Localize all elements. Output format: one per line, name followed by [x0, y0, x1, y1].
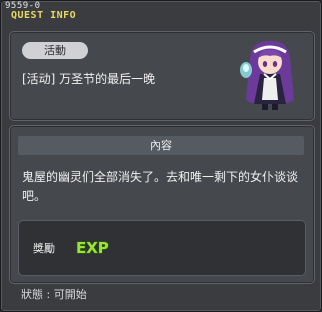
- exp-icon: EXP: [75, 238, 109, 257]
- window-title: QUEST INFO: [11, 10, 77, 21]
- maid-ghost-npc-icon: [240, 40, 294, 110]
- quest-info-window: 9559-0 QUEST INFO 活動 [活动] 万圣节的最后一晚 內容 鬼屋…: [0, 0, 322, 312]
- quest-description: 鬼屋的幽灵们全部消失了。去和唯一剩下的女仆谈谈吧。: [22, 170, 299, 203]
- exp-text: EXP: [76, 239, 109, 257]
- reward-box: 獎勵 EXP: [18, 220, 306, 276]
- quest-category-tag: 活動: [22, 42, 88, 59]
- quest-status: 狀態 : 可開始: [21, 288, 87, 301]
- reward-label: 獎勵: [33, 242, 55, 255]
- content-section-title: 內容: [18, 136, 304, 155]
- quest-name: [活动] 万圣节的最后一晚: [22, 72, 156, 86]
- quest-content-panel: 內容 鬼屋的幽灵们全部消失了。去和唯一剩下的女仆谈谈吧。 獎勵 EXP: [9, 125, 315, 284]
- quest-header-panel: 活動 [活动] 万圣节的最后一晚: [9, 31, 315, 121]
